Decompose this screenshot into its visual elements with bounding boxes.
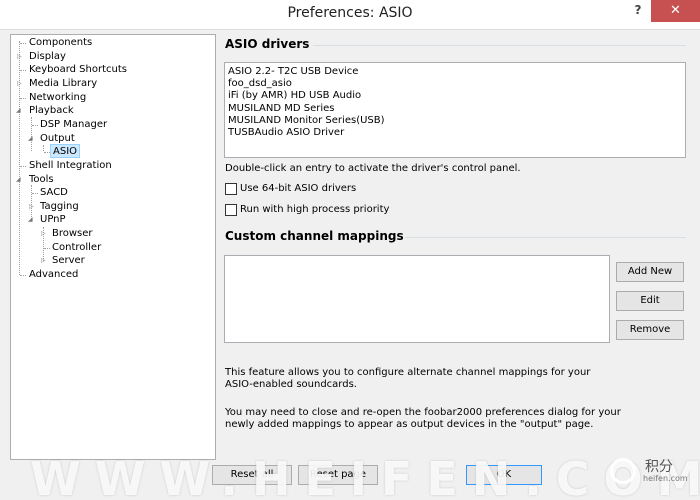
expand-arrow-icon[interactable]: ▷ xyxy=(17,77,22,90)
tree-item-label: Server xyxy=(52,255,85,266)
tree-item-label: Keyboard Shortcuts xyxy=(29,64,127,75)
asio-drivers-heading: ASIO drivers xyxy=(225,37,310,51)
title-bar: Preferences: ASIO ? ✕ xyxy=(0,0,700,30)
collapse-arrow-icon[interactable]: ◢ xyxy=(16,173,21,186)
tree-item-tools[interactable]: ◢ Tools xyxy=(11,173,215,186)
tree-item-label: Browser xyxy=(52,228,93,239)
expand-arrow-icon[interactable]: ▷ xyxy=(29,200,34,213)
channel-mappings-list[interactable] xyxy=(224,255,610,343)
asio-driver-list[interactable]: ASIO 2.2- T2C USB Device foo_dsd_asio iF… xyxy=(224,62,686,158)
use-64bit-checkbox[interactable] xyxy=(225,183,237,195)
tree-item-dsp-manager[interactable]: DSP Manager xyxy=(11,118,215,131)
mappings-note: You may need to close and re-open the fo… xyxy=(225,407,621,430)
tree-item-upnp[interactable]: ◢ UPnP xyxy=(11,213,215,226)
high-priority-label[interactable]: Run with high process priority xyxy=(240,204,389,215)
tree-item-label: Tagging xyxy=(40,201,79,212)
tree-item-asio[interactable]: ASIO xyxy=(11,144,215,158)
edit-button[interactable]: Edit xyxy=(616,291,684,311)
watermark: WWW.HEIFEN.COM 积分 heifen.com xyxy=(0,448,700,500)
help-button[interactable]: ? xyxy=(628,3,648,23)
watermark-brand: 积分 xyxy=(645,459,673,475)
tree-item-output[interactable]: ◢ Output xyxy=(11,132,215,145)
tree-item-components[interactable]: Components xyxy=(11,36,215,49)
tree-item-label: UPnP xyxy=(40,214,66,225)
tree-item-label: Shell Integration xyxy=(29,160,112,171)
tree-item-label: Networking xyxy=(29,92,87,103)
driver-hint-text: Double-click an entry to activate the dr… xyxy=(225,163,521,174)
driver-list-item[interactable]: foo_dsd_asio xyxy=(228,78,682,90)
tree-item-label: SACD xyxy=(40,187,68,198)
driver-list-item[interactable]: MUSILAND MD Series xyxy=(228,103,682,115)
tree-item-label: Media Library xyxy=(29,78,98,89)
tree-item-controller[interactable]: Controller xyxy=(11,241,215,254)
watermark-subtext: heifen.com xyxy=(643,474,688,483)
tree-item-label: Controller xyxy=(52,242,102,253)
tree-item-shell-integration[interactable]: Shell Integration xyxy=(11,159,215,172)
tree-item-label: ASIO xyxy=(50,144,81,158)
tree-item-playback[interactable]: ◢ Playback xyxy=(11,104,215,117)
expand-arrow-icon[interactable]: ▷ xyxy=(41,227,46,240)
tree-item-display[interactable]: ▷ Display xyxy=(11,50,215,63)
tree-item-label: Playback xyxy=(29,105,74,116)
tree-item-label: Components xyxy=(29,37,93,48)
driver-list-item[interactable]: TUSBAudio ASIO Driver xyxy=(228,127,682,139)
collapse-arrow-icon[interactable]: ◢ xyxy=(28,213,33,226)
tree-item-media-library[interactable]: ▷ Media Library xyxy=(11,77,215,90)
tree-item-sacd[interactable]: SACD xyxy=(11,186,215,199)
collapse-arrow-icon[interactable]: ◢ xyxy=(16,104,21,117)
section-divider xyxy=(313,45,686,46)
window-title: Preferences: ASIO xyxy=(287,5,413,21)
tree-item-label: DSP Manager xyxy=(40,119,108,130)
high-priority-checkbox[interactable] xyxy=(225,204,237,216)
close-button[interactable]: ✕ xyxy=(651,0,700,22)
mappings-description: This feature allows you to configure alt… xyxy=(225,367,591,390)
driver-list-item[interactable]: iFi (by AMR) HD USB Audio xyxy=(228,90,682,102)
driver-list-item[interactable]: ASIO 2.2- T2C USB Device xyxy=(228,66,682,78)
tree-item-label: Tools xyxy=(29,174,54,185)
tree-item-keyboard-shortcuts[interactable]: Keyboard Shortcuts xyxy=(11,63,215,76)
tree-item-browser[interactable]: ▷ Browser xyxy=(11,227,215,240)
tree-item-tagging[interactable]: ▷ Tagging xyxy=(11,200,215,213)
remove-button[interactable]: Remove xyxy=(616,320,684,340)
tree-item-networking[interactable]: Networking xyxy=(11,91,215,104)
use-64bit-label[interactable]: Use 64-bit ASIO drivers xyxy=(240,183,356,194)
custom-mappings-heading: Custom channel mappings xyxy=(225,229,404,243)
preferences-tree[interactable]: Components ▷ Display Keyboard Shortcuts … xyxy=(10,34,216,460)
tree-item-label: Display xyxy=(29,51,66,62)
tree-item-label: Advanced xyxy=(29,269,79,280)
tree-item-server[interactable]: ▷ Server xyxy=(11,254,215,267)
watermark-text: WWW.HEIFEN.COM xyxy=(30,452,700,500)
expand-arrow-icon[interactable]: ▷ xyxy=(17,50,22,63)
watermark-logo-icon xyxy=(610,458,636,484)
add-new-button[interactable]: Add New xyxy=(616,262,684,282)
tree-item-advanced[interactable]: Advanced xyxy=(11,268,215,281)
collapse-arrow-icon[interactable]: ◢ xyxy=(28,132,33,145)
expand-arrow-icon[interactable]: ▷ xyxy=(41,254,46,267)
driver-list-item[interactable]: MUSILAND Monitor Series(USB) xyxy=(228,115,682,127)
section-divider xyxy=(405,237,686,238)
